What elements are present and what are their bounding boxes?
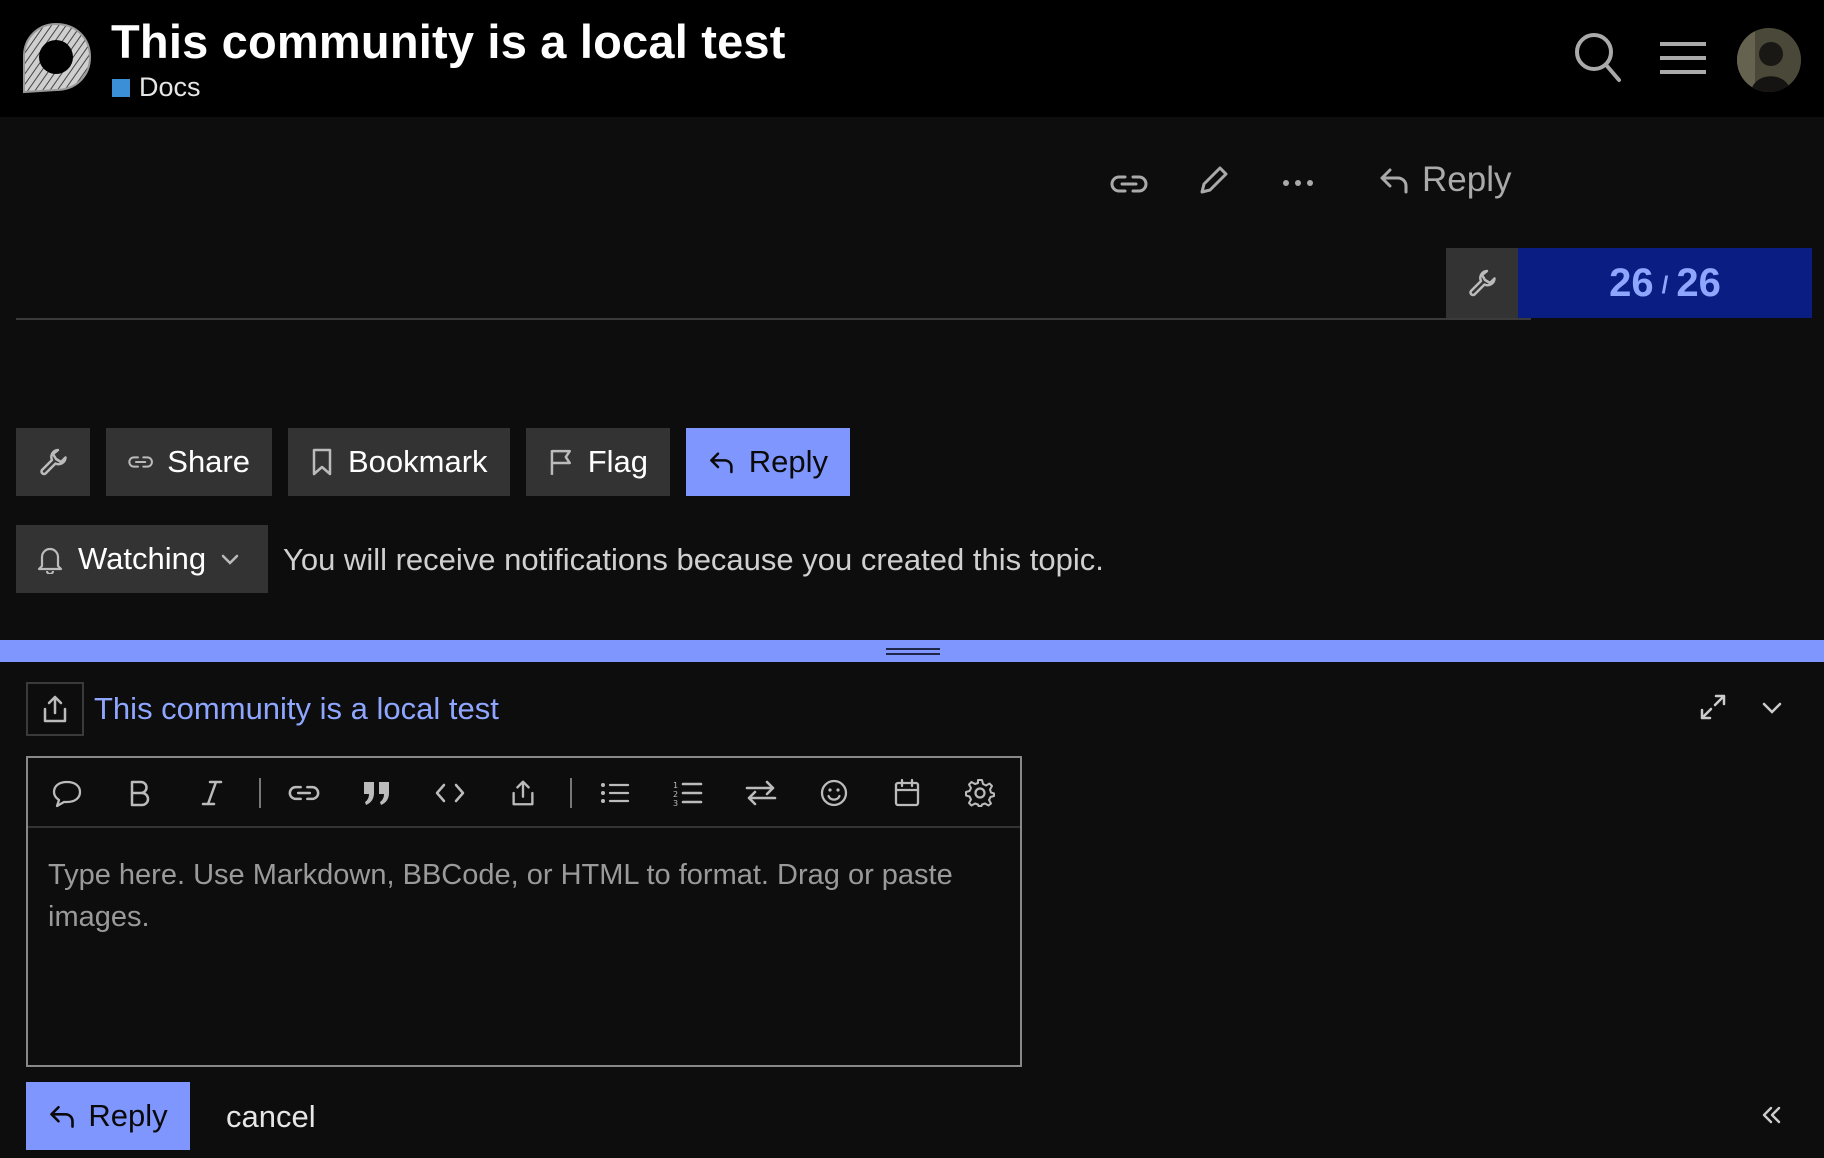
svg-text:1: 1	[673, 781, 678, 790]
flag-icon	[550, 449, 571, 475]
post-reply-label: Reply	[1422, 160, 1512, 199]
share-upload-icon	[43, 695, 67, 723]
bold-icon[interactable]	[122, 776, 156, 810]
wrench-icon	[1469, 269, 1496, 297]
code-icon[interactable]	[433, 776, 467, 810]
link-icon[interactable]	[287, 776, 321, 810]
toolbar-separator	[570, 778, 572, 808]
bookmark-icon	[312, 448, 332, 476]
topic-progress[interactable]: 26 / 26	[1518, 248, 1812, 318]
category-label: Docs	[139, 72, 201, 102]
search-icon[interactable]	[1572, 30, 1622, 84]
bullet-list-icon[interactable]	[598, 776, 632, 810]
share-label: Share	[167, 444, 250, 479]
numbered-list-icon[interactable]: 123	[671, 776, 705, 810]
timeline-divider	[16, 318, 1531, 320]
flag-button[interactable]: Flag	[526, 428, 670, 496]
admin-actions-button[interactable]	[16, 428, 90, 496]
reply-arrow-icon	[50, 1105, 75, 1128]
composer-cancel-link[interactable]: cancel	[226, 1099, 316, 1135]
site-header: This community is a local test Docs	[0, 0, 1824, 117]
expand-fullscreen-icon[interactable]	[1698, 692, 1728, 722]
site-logo[interactable]	[18, 20, 94, 96]
reply-arrow-icon	[710, 452, 733, 474]
hamburger-menu-icon[interactable]	[1660, 40, 1706, 76]
watching-label: Watching	[78, 541, 207, 576]
composer-grip-handle[interactable]	[886, 648, 940, 655]
bell-icon	[37, 547, 63, 574]
composer-submit-reply-button[interactable]: Reply	[26, 1082, 190, 1150]
progress-separator: /	[1661, 272, 1669, 299]
wrench-icon	[40, 448, 67, 476]
topic-reply-button[interactable]: Reply	[686, 428, 850, 496]
composer-submit-label: Reply	[88, 1098, 168, 1133]
post-reply-button[interactable]: Reply	[1378, 160, 1511, 200]
copy-link-icon[interactable]	[1110, 166, 1148, 202]
editor-toolbar: 123	[28, 758, 1020, 828]
notification-level-dropdown[interactable]: Watching	[16, 525, 268, 593]
chevron-down-icon	[221, 554, 239, 565]
bookmark-label: Bookmark	[348, 444, 488, 479]
composer-editor[interactable]: 123 Type here. Use Markdown, BBCode, or …	[26, 756, 1022, 1067]
editor-placeholder[interactable]: Type here. Use Markdown, BBCode, or HTML…	[48, 854, 1008, 938]
italic-icon[interactable]	[195, 776, 229, 810]
progress-current: 26	[1609, 260, 1654, 305]
admin-wrench-button[interactable]	[1446, 248, 1518, 318]
notification-reason-text: You will receive notifications because y…	[283, 542, 1104, 577]
bookmark-button[interactable]: Bookmark	[288, 428, 510, 496]
progress-total: 26	[1676, 260, 1721, 305]
flag-label: Flag	[587, 444, 648, 479]
quote-icon[interactable]	[360, 776, 394, 810]
share-button[interactable]: Share	[106, 428, 272, 496]
svg-text:3: 3	[673, 799, 678, 807]
emoji-icon[interactable]	[817, 776, 851, 810]
toolbar-separator	[259, 778, 261, 808]
more-actions-icon[interactable]	[1282, 178, 1314, 188]
gear-icon[interactable]	[963, 776, 997, 810]
toggle-preview-icon[interactable]	[1760, 1104, 1782, 1126]
composer-action-button[interactable]	[26, 682, 84, 736]
user-avatar[interactable]	[1737, 28, 1801, 92]
composer-topic-title[interactable]: This community is a local test	[94, 691, 499, 727]
category-badge[interactable]: Docs	[112, 72, 201, 103]
rtl-toggle-icon[interactable]	[744, 776, 778, 810]
upload-icon[interactable]	[506, 776, 540, 810]
blockquote-icon[interactable]	[50, 776, 84, 810]
calendar-icon[interactable]	[890, 776, 924, 810]
link-icon	[128, 456, 153, 468]
reply-arrow-icon	[1380, 168, 1408, 194]
svg-text:2: 2	[673, 790, 678, 799]
category-color-square	[112, 78, 130, 97]
edit-pencil-icon[interactable]	[1196, 164, 1230, 200]
collapse-composer-icon[interactable]	[1760, 700, 1784, 716]
topic-title[interactable]: This community is a local test	[111, 14, 786, 69]
topic-reply-label: Reply	[748, 444, 828, 479]
